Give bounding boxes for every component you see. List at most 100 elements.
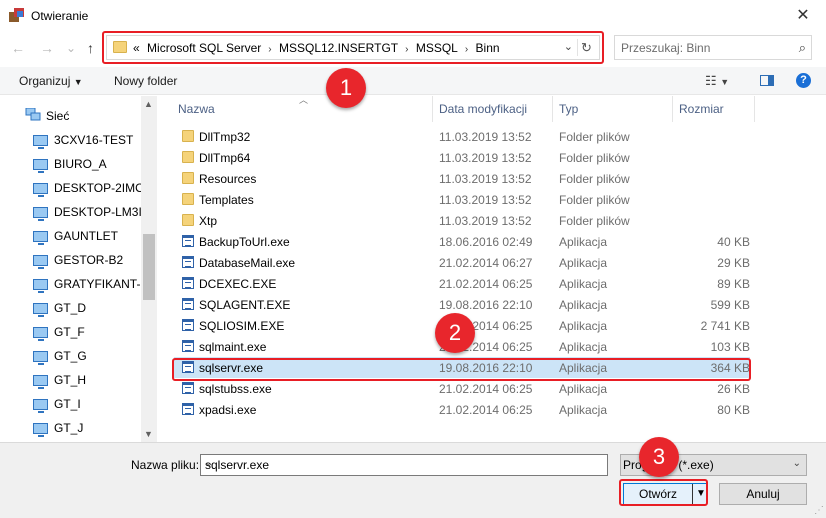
chevron-right-icon[interactable]: › xyxy=(465,44,468,55)
column-divider[interactable] xyxy=(754,96,755,122)
chevron-down-icon[interactable]: ▼ xyxy=(696,488,706,499)
sidebar-item-label: DESKTOP-2IMO0 xyxy=(54,181,152,195)
table-row[interactable]: Resources 11.03.2019 13:52 Folder plików xyxy=(174,168,750,189)
step-badge-2: 2 xyxy=(435,313,475,353)
file-date: 19.08.2016 22:10 xyxy=(439,361,533,375)
computer-icon xyxy=(33,279,48,293)
search-placeholder: Przeszukaj: Binn xyxy=(621,41,711,55)
navigation-pane[interactable]: Sieć 3CXV16-TEST BIURO_A DESKTOP-2IMO0 D… xyxy=(0,96,157,442)
filename-input[interactable]: sqlservr.exe ⌄ xyxy=(200,454,608,476)
resize-grip-icon[interactable]: ⋰ xyxy=(814,505,824,516)
column-header-size[interactable]: Rozmiar xyxy=(679,102,724,116)
folder-icon xyxy=(113,41,127,53)
close-button[interactable]: ✕ xyxy=(780,0,826,30)
file-type: Folder plików xyxy=(559,214,630,228)
scroll-down-icon[interactable]: ▼ xyxy=(144,429,153,439)
preview-pane-icon[interactable] xyxy=(760,75,774,86)
file-size: 26 KB xyxy=(717,382,750,396)
file-size: 80 KB xyxy=(717,403,750,417)
file-type: Folder plików xyxy=(559,172,630,186)
table-row[interactable]: SQLAGENT.EXE 19.08.2016 22:10 Aplikacja 599… xyxy=(174,294,750,315)
chevron-down-icon: ▼ xyxy=(73,77,83,87)
table-row[interactable]: BackupToUrl.exe 18.06.2016 02:49 Aplikacja… xyxy=(174,231,750,252)
chevron-down-icon[interactable]: ⌄ xyxy=(205,458,603,469)
close-icon: ✕ xyxy=(796,7,810,24)
recent-locations-button[interactable]: ⌄ xyxy=(66,40,76,56)
file-name: sqlstubss.exe xyxy=(199,382,272,396)
table-row[interactable]: Xtp 11.03.2019 13:52 Folder plików xyxy=(174,210,750,231)
column-header-type[interactable]: Typ xyxy=(559,102,578,116)
table-row[interactable]: sqlstubss.exe 21.02.2014 06:25 Aplikacja 26… xyxy=(174,378,750,399)
file-date: 11.03.2019 13:52 xyxy=(439,172,532,186)
file-date: 11.03.2019 13:52 xyxy=(439,193,532,207)
breadcrumb-item[interactable]: MSSQL12.INSERTGT xyxy=(279,41,398,55)
file-size: 103 KB xyxy=(710,340,750,354)
forward-button[interactable]: → xyxy=(40,40,54,56)
column-header-date[interactable]: Data modyfikacji xyxy=(439,102,527,116)
file-date: 21.02.2014 06:25 xyxy=(439,277,533,291)
chevron-right-icon[interactable]: › xyxy=(268,44,271,55)
column-divider[interactable] xyxy=(552,96,553,122)
step-badge-1: 1 xyxy=(326,68,366,108)
computer-icon xyxy=(33,183,48,197)
organize-button[interactable]: Organizuj ▼ xyxy=(19,74,83,88)
step-badge-3: 3 xyxy=(639,437,679,477)
open-button[interactable]: Otwórz ▼ xyxy=(623,483,707,505)
filename-label: Nazwa pliku: xyxy=(131,458,200,472)
up-button[interactable]: ↑ xyxy=(87,40,94,56)
file-name: DllTmp32 xyxy=(199,130,251,144)
chevron-down-icon[interactable]: ⌄ xyxy=(793,458,801,469)
folder-icon xyxy=(182,151,194,163)
file-date: 21.02.2014 06:25 xyxy=(439,403,533,417)
sidebar-item-label: BIURO_A xyxy=(54,157,107,171)
file-name: DCEXEC.EXE xyxy=(199,277,277,291)
breadcrumb-item[interactable]: Microsoft SQL Server xyxy=(147,41,261,55)
chevron-right-icon[interactable]: › xyxy=(405,44,408,55)
new-folder-button[interactable]: Nowy folder xyxy=(114,74,177,88)
table-row[interactable]: DllTmp32 11.03.2019 13:52 Folder plików xyxy=(174,126,750,147)
table-row[interactable]: DllTmp64 11.03.2019 13:52 Folder plików xyxy=(174,147,750,168)
sidebar-item-label: 3CXV16-TEST xyxy=(54,133,134,147)
column-header-name[interactable]: Nazwa xyxy=(178,102,215,116)
cancel-button[interactable]: Anuluj xyxy=(719,483,807,505)
toolbar: Organizuj ▼ Nowy folder ☷ ▼ ? xyxy=(0,67,826,95)
column-divider[interactable] xyxy=(432,96,433,122)
file-size: 2 741 KB xyxy=(700,319,750,333)
sidebar-item-label: GT_G xyxy=(54,349,87,363)
chevron-down-icon[interactable]: ⌄ xyxy=(564,40,573,53)
help-icon[interactable]: ? xyxy=(796,73,811,88)
search-input[interactable]: Przeszukaj: Binn ⌕ xyxy=(614,35,812,60)
scrollbar-thumb[interactable] xyxy=(143,234,155,300)
table-row[interactable]: xpadsi.exe 21.02.2014 06:25 Aplikacja 80 KB xyxy=(174,399,750,420)
app-icon xyxy=(182,235,194,247)
table-row[interactable]: Templates 11.03.2019 13:52 Folder plików xyxy=(174,189,750,210)
file-type: Aplikacja xyxy=(559,256,608,270)
sidebar-item-label: GRATYFIKANT-E xyxy=(54,277,149,291)
scroll-up-icon[interactable]: ▲ xyxy=(144,99,153,109)
file-name: Resources xyxy=(199,172,257,186)
table-row[interactable]: DatabaseMail.exe 21.02.2014 06:27 Aplikacj… xyxy=(174,252,750,273)
file-type: Aplikacja xyxy=(559,298,608,312)
table-row[interactable]: DCEXEC.EXE 21.02.2014 06:25 Aplikacja 89 KB xyxy=(174,273,750,294)
file-type: Folder plików xyxy=(559,193,630,207)
refresh-icon[interactable]: ↻ xyxy=(577,39,595,56)
sidebar-item-label: GT_F xyxy=(54,325,85,339)
view-options-icon[interactable]: ☷ ▼ xyxy=(705,73,729,89)
computer-icon xyxy=(33,327,48,341)
file-name: sqlservr.exe xyxy=(199,361,264,375)
breadcrumb-overflow[interactable]: « xyxy=(133,41,140,55)
breadcrumb-item[interactable]: MSSQL xyxy=(416,41,458,55)
column-divider[interactable] xyxy=(672,96,673,122)
back-button[interactable]: ← xyxy=(11,40,25,56)
address-bar[interactable]: « Microsoft SQL Server › MSSQL12.INSERTGT… xyxy=(106,35,600,60)
breadcrumb-item[interactable]: Binn xyxy=(476,41,500,55)
computer-icon xyxy=(33,399,48,413)
file-name: SQLIOSIM.EXE xyxy=(199,319,285,333)
computer-icon xyxy=(33,303,48,317)
file-name: Xtp xyxy=(199,214,218,228)
computer-icon xyxy=(33,375,48,389)
file-list[interactable]: ︿ Nazwa Data modyfikacji Typ Rozmiar Dll… xyxy=(170,95,826,442)
sidebar-scrollbar[interactable]: ▲ ▼ xyxy=(141,96,157,442)
open-button-label: Otwórz xyxy=(638,487,677,501)
table-row[interactable]: sqlservr.exe 19.08.2016 22:10 Aplikacja 364… xyxy=(174,357,750,378)
